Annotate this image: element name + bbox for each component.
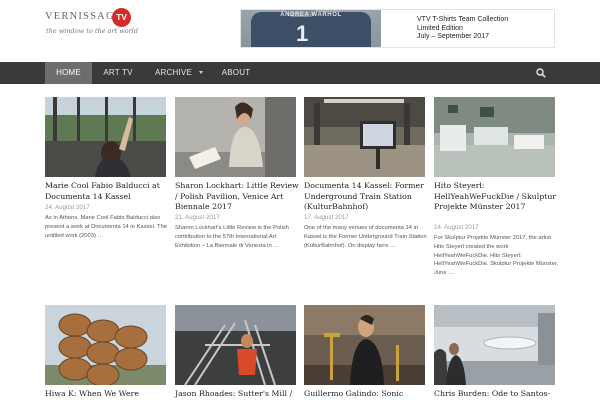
post-title[interactable]: Jason Rhoades: Sutter's Mill /: [175, 389, 299, 400]
site-logo[interactable]: VERNISSAGE TV the window to the art worl…: [45, 8, 139, 38]
ad-banner[interactable]: ANDREA WARHOL 1 VTV T-Shirts Team Collec…: [240, 9, 555, 48]
logo-wordmark: VERNISSAGE: [45, 11, 123, 22]
banner-line-2: Limited Edition: [417, 24, 463, 32]
post-thumbnail[interactable]: [434, 97, 555, 177]
post-excerpt: One of the many venues of documenta 14 i…: [304, 225, 427, 249]
post-date: 17. August 2017: [304, 214, 349, 221]
tshirt-number: 1: [296, 21, 309, 46]
post-thumbnail[interactable]: [175, 305, 296, 385]
post-title[interactable]: Hiwa K: When We Were: [45, 389, 169, 400]
logo-tv-badge: TV: [112, 8, 131, 27]
post-excerpt: For Skulptur Projekte Münster 2017, the …: [434, 235, 559, 277]
post-thumbnail[interactable]: [45, 305, 166, 385]
post-title[interactable]: Documenta 14 Kassel: Former Underground …: [304, 181, 428, 213]
banner-line-3: July – September 2017: [417, 33, 489, 40]
post-title[interactable]: Sharon Lockhart: Little Review / Polish …: [175, 181, 299, 213]
search-button[interactable]: [528, 62, 554, 84]
main-nav: HOME ART TV ARCHIVE ABOUT: [0, 62, 600, 84]
site-header: VERNISSAGE TV the window to the art worl…: [0, 0, 600, 62]
post-excerpt: Sharon Lockhart's Little Review is the P…: [175, 225, 289, 249]
post-thumbnail[interactable]: [175, 97, 296, 177]
logo-tagline: the window to the art world: [46, 27, 139, 35]
search-icon: [536, 68, 546, 78]
nav-about[interactable]: ABOUT: [213, 62, 259, 84]
nav-art-tv[interactable]: ART TV: [93, 62, 143, 84]
chevron-down-icon: [198, 71, 203, 75]
post-date: 24. August 2017: [45, 204, 90, 211]
post-title[interactable]: Hito Steyerl: HellYeahWeFuckDie / Skulpt…: [434, 181, 558, 213]
post-title[interactable]: Chris Burden: Ode to Santos-: [434, 389, 558, 400]
banner-tshirt-image: ANDREA WARHOL 1: [241, 10, 381, 47]
post-thumbnail[interactable]: [304, 97, 425, 177]
tshirt-name: ANDREA WARHOL: [280, 12, 342, 18]
post-title[interactable]: Guillermo Galindo: Sonic: [304, 389, 428, 400]
post-thumbnail[interactable]: [304, 305, 425, 385]
post-thumbnail[interactable]: [45, 97, 166, 177]
banner-text: VTV T-Shirts Team Collection Limited Edi…: [417, 16, 508, 42]
post-date: 14. August 2017: [434, 224, 479, 231]
nav-archive-label: ARCHIVE: [155, 68, 192, 77]
nav-home[interactable]: HOME: [45, 62, 92, 84]
nav-archive[interactable]: ARCHIVE: [145, 62, 213, 84]
post-thumbnail[interactable]: [434, 305, 555, 385]
post-date: 21. August 2017: [175, 214, 220, 221]
banner-line-1: VTV T-Shirts Team Collection: [417, 16, 509, 23]
post-excerpt: As in Athens, Marie Cool Fabio Balducci …: [45, 215, 168, 239]
post-title[interactable]: Marie Cool Fabio Balducci at Documenta 1…: [45, 181, 169, 202]
